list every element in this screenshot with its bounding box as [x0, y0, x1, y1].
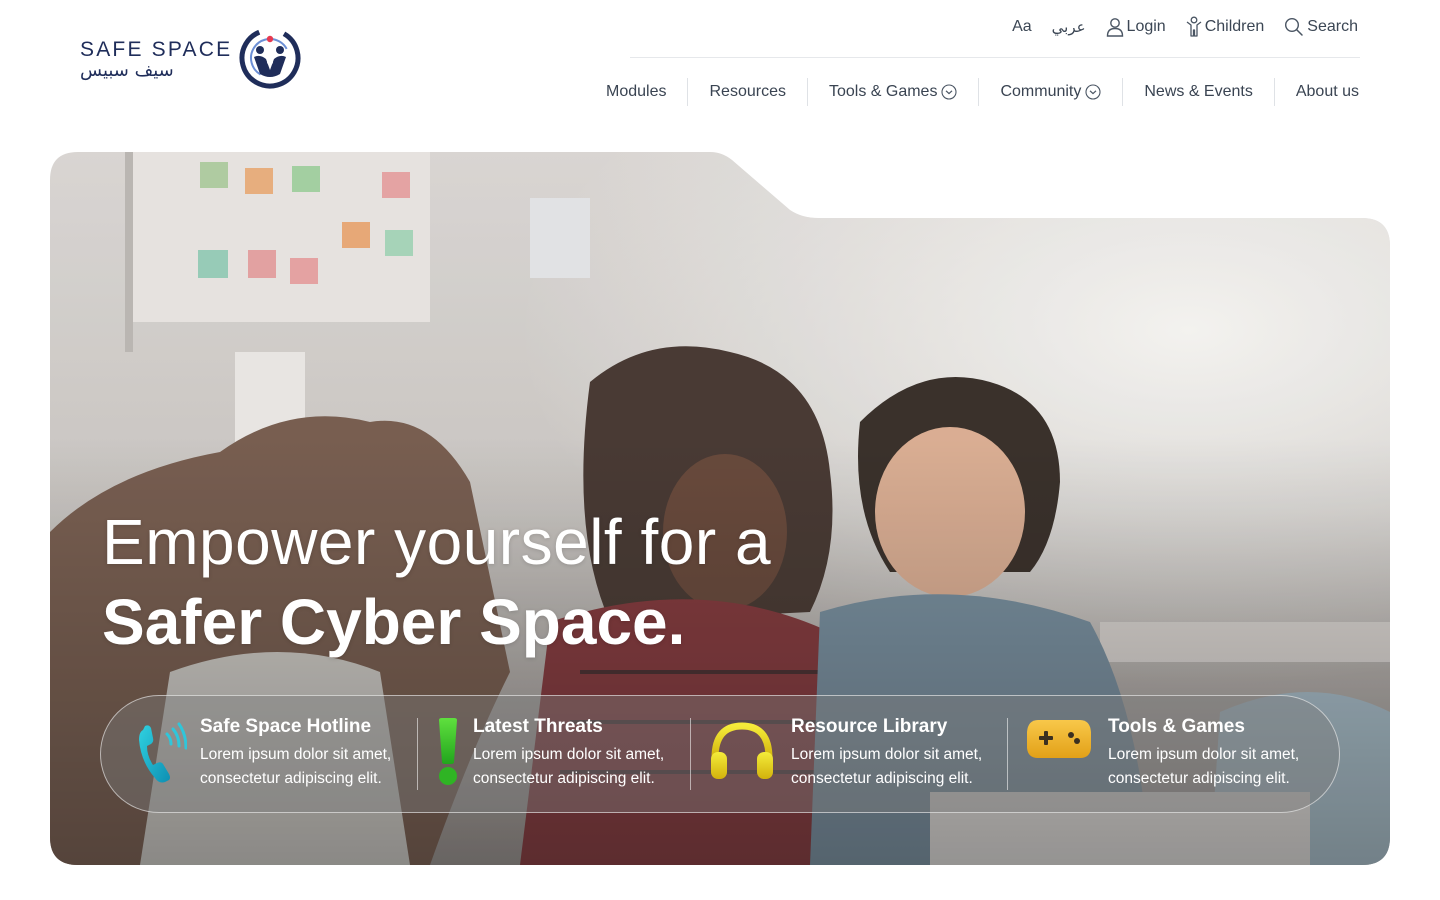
child-icon	[1186, 16, 1202, 37]
quick-link-title: Latest Threats	[473, 716, 603, 737]
nav-label: About us	[1295, 83, 1359, 100]
phone-icon	[139, 722, 187, 783]
chevron-down-icon	[1085, 84, 1101, 100]
hero-banner: Empower yourself for a Safer Cyber Space…	[50, 152, 1390, 865]
logo-family-icon	[239, 27, 301, 89]
hero-headline-line1: Empower yourself for a	[102, 506, 772, 578]
chevron-down-icon	[941, 84, 958, 100]
search-icon	[1285, 17, 1304, 36]
quick-link-title: Resource Library	[791, 716, 948, 737]
login-link[interactable]: Login	[1106, 17, 1166, 37]
hero-headline-line2: Safer Cyber Space.	[102, 586, 686, 658]
language-toggle[interactable]: عربي	[1052, 18, 1086, 36]
nav-item-tools-games[interactable]: Tools & Games	[806, 78, 978, 106]
quick-link-desc-line1: Lorem ipsum dolor sit amet,	[200, 746, 392, 763]
nav-item-modules[interactable]: Modules	[606, 78, 687, 106]
nav-item-resources[interactable]: Resources	[687, 78, 806, 106]
exclamation-icon	[439, 718, 457, 785]
site-logo[interactable]: SAFE SPACE سيف سبيس	[80, 26, 302, 92]
login-label: Login	[1126, 18, 1166, 35]
logo-text-ar: سيف سبيس	[80, 59, 174, 81]
user-icon	[1106, 18, 1123, 37]
quick-link-resource-library[interactable]: Resource Library Lorem ipsum dolor sit a…	[691, 696, 1007, 812]
utility-nav: Aa عربي Login Children Search	[1012, 15, 1358, 39]
nav-label: Tools & Games	[828, 83, 938, 100]
nav-label: Modules	[606, 83, 667, 100]
quick-links-bar: Safe Space Hotline Lorem ipsum dolor sit…	[100, 695, 1340, 813]
quick-link-desc-line1: Lorem ipsum dolor sit amet,	[1108, 746, 1300, 763]
nav-label: Resources	[709, 83, 786, 100]
quick-link-desc-line2: consectetur adipiscing elit.	[1108, 770, 1290, 787]
quick-link-text: Resource Library Lorem ipsum dolor sit a…	[791, 714, 982, 791]
main-nav: Modules Resources Tools & Games Communit…	[606, 77, 1359, 107]
quick-link-text: Tools & Games Lorem ipsum dolor sit amet…	[1108, 714, 1299, 791]
quick-link-desc-line1: Lorem ipsum dolor sit amet,	[791, 746, 983, 763]
hero-headline: Empower yourself for a Safer Cyber Space…	[102, 504, 771, 662]
quick-link-desc-line1: Lorem ipsum dolor sit amet,	[473, 746, 665, 763]
logo-wordmark: SAFE SPACE سيف سبيس	[80, 37, 233, 81]
search-link[interactable]: Search	[1284, 17, 1358, 37]
quick-link-desc-line2: consectetur adipiscing elit.	[200, 770, 382, 787]
quick-link-title: Safe Space Hotline	[200, 716, 372, 737]
quick-link-desc-line2: consectetur adipiscing elit.	[473, 770, 655, 787]
nav-item-community[interactable]: Community	[978, 78, 1122, 106]
font-size-toggle[interactable]: Aa	[1012, 18, 1032, 36]
headphones-icon	[711, 722, 773, 779]
quick-link-text: Latest Threats Lorem ipsum dolor sit ame…	[473, 714, 664, 791]
logo-text-en: SAFE SPACE	[80, 37, 233, 61]
quick-link-title: Tools & Games	[1108, 716, 1245, 737]
quick-link-latest-threats[interactable]: Latest Threats Lorem ipsum dolor sit ame…	[418, 696, 690, 812]
nav-label: Community	[1000, 83, 1082, 100]
gamepad-icon	[1027, 720, 1091, 758]
nav-item-news-events[interactable]: News & Events	[1122, 78, 1273, 106]
quick-link-desc-line2: consectetur adipiscing elit.	[791, 770, 973, 787]
nav-item-about-us[interactable]: About us	[1273, 78, 1359, 106]
quick-link-hotline[interactable]: Safe Space Hotline Lorem ipsum dolor sit…	[101, 696, 417, 812]
children-label: Children	[1204, 18, 1265, 35]
nav-label: News & Events	[1144, 83, 1253, 100]
children-link[interactable]: Children	[1186, 16, 1265, 38]
header-divider	[630, 57, 1360, 58]
search-label: Search	[1307, 18, 1358, 35]
quick-link-text: Safe Space Hotline Lorem ipsum dolor sit…	[200, 714, 391, 791]
quick-link-tools-games[interactable]: Tools & Games Lorem ipsum dolor sit amet…	[1008, 696, 1341, 812]
